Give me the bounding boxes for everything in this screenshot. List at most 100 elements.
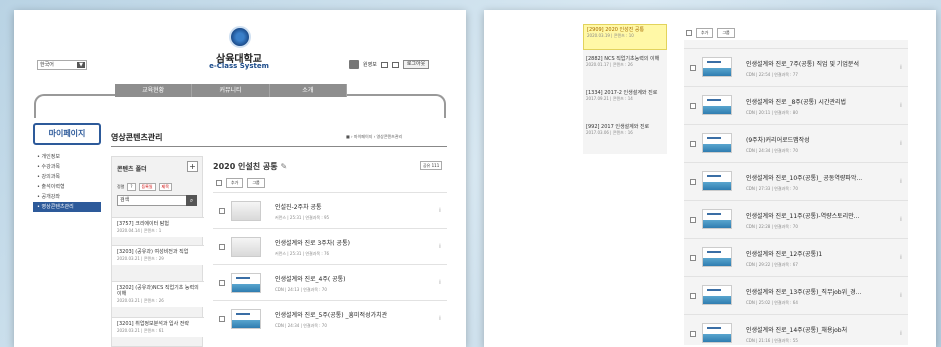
video-thumbnail — [702, 247, 732, 267]
sidebar-item-courses[interactable]: • 수강과목 — [33, 162, 101, 172]
nav-item-about[interactable]: 소개 — [270, 84, 347, 97]
drag-handle-icon[interactable]: ⁞ — [900, 254, 902, 261]
sidebar-item-attendance[interactable]: • 출석이력형 — [33, 182, 101, 192]
search-icon[interactable]: ⌕ — [186, 195, 197, 206]
sort-by-name-button[interactable]: 제목 — [158, 183, 172, 191]
content-row[interactable]: 인생설계와 진로 _8주(공통) 시간관리법 CDN | 20:11 | 연결과… — [684, 86, 908, 124]
row-meta: CDN | 29:22 | 연결과목 : 67 — [746, 262, 798, 267]
user-area: 원영보 로그아웃 — [349, 60, 430, 69]
row-checkbox[interactable] — [690, 293, 696, 299]
row-title: 인생설계와 진로_7주(공통) 직업 및 기업분석 — [746, 61, 859, 68]
drag-handle-icon[interactable]: ⁞ — [900, 292, 902, 299]
content-row[interactable]: 인생설계와 진로_14주(공통)_채용job처 CDN | 21:16 | 연결… — [684, 314, 908, 347]
drag-handle-icon[interactable]: ⁞ — [900, 178, 902, 185]
video-thumbnail — [702, 171, 732, 191]
nav-item-community[interactable]: 커뮤니티 — [192, 84, 270, 97]
folder-item[interactable]: [3757] 크리에이터 탐험 2020.04.14 | 콘텐츠 : 1 — [112, 217, 204, 237]
add-folder-button[interactable]: + — [187, 161, 198, 172]
nav-item-education[interactable]: 교육현황 — [115, 84, 193, 97]
video-thumbnail — [702, 209, 732, 229]
folder-item[interactable]: [1334] 2017-2 인생설계와 진로 2017.09.21 | 콘텐츠 … — [583, 88, 667, 104]
sort-help-button[interactable]: ? — [127, 183, 136, 191]
sort-label: 정렬 — [117, 184, 125, 189]
row-checkbox[interactable] — [219, 280, 225, 286]
sidebar-item-label: 영상콘텐츠관리 — [41, 204, 74, 210]
row-meta: 커먼스 | 25:31 | 연결과목 : 76 — [275, 251, 330, 256]
share-count-button[interactable]: 공유 111 — [420, 161, 443, 170]
content-row[interactable]: 인생설계와 진로_5주(공통) _흥미적성가치관 CDN | 24:34 | 연… — [213, 300, 447, 336]
content-row[interactable]: 인설진-2주차 공통 커먼스 | 25:31 | 연결과목 : 95 ⁞ — [213, 192, 447, 228]
group-button[interactable]: 그룹 — [717, 28, 735, 38]
row-meta: CDN | 20:11 | 연결과목 : 80 — [746, 110, 798, 115]
folder-item[interactable]: [2882] NCS 직업기초능력의 이해 2020.01.17 | 콘텐츠 :… — [583, 54, 667, 70]
row-checkbox[interactable] — [219, 316, 225, 322]
group-button[interactable]: 그룹 — [247, 178, 265, 188]
folder-item[interactable]: [3201] 취업정보분석과 입사 전략 2020.03.21 | 콘텐츠 : … — [112, 317, 204, 337]
folder-search-input[interactable]: 검색 ⌕ — [117, 195, 197, 206]
folder-item[interactable]: [3203] (공유과) 여성비전과 직업 2020.03.21 | 콘텐츠 :… — [112, 245, 204, 265]
drag-handle-icon[interactable]: ⁞ — [439, 315, 441, 322]
folder-meta: 2020.03.21 | 콘텐츠 : 29 — [117, 256, 164, 261]
row-checkbox[interactable] — [690, 141, 696, 147]
row-meta: CDN | 24:34 | 연결과목 : 70 — [275, 323, 327, 328]
message-icon[interactable] — [380, 61, 388, 68]
edit-icon[interactable]: ✎ — [280, 162, 287, 171]
folder-item-active[interactable]: [2909] 2020 인성진 공통 2020.03.19 | 콘텐츠 : 10 — [583, 24, 667, 50]
content-row[interactable]: 인생설계와 진로_7주(공통) 직업 및 기업분석 CDN | 22:54 | … — [684, 48, 908, 86]
content-row[interactable]: 인생설계와 진로_12주(공통)1 CDN | 29:22 | 연결과목 : 6… — [684, 238, 908, 276]
row-checkbox[interactable] — [690, 331, 696, 337]
row-checkbox[interactable] — [690, 103, 696, 109]
content-list-title-text: 2020 인설친 공통 — [213, 162, 278, 171]
row-checkbox[interactable] — [219, 208, 225, 214]
mypage-title: 마이페이지 — [33, 123, 101, 145]
sidebar-item-open-courses[interactable]: • 공개강좌 — [33, 192, 101, 202]
drag-handle-icon[interactable]: ⁞ — [439, 207, 441, 214]
drag-handle-icon[interactable]: ⁞ — [439, 279, 441, 286]
row-checkbox[interactable] — [690, 217, 696, 223]
row-checkbox[interactable] — [690, 255, 696, 261]
folder-meta: 2017.09.21 | 콘텐츠 : 14 — [586, 96, 633, 101]
content-row[interactable]: (9주차)커리어로드맵작성 CDN | 24:34 | 연결과목 : 70 ⁞ — [684, 124, 908, 162]
divider — [111, 146, 447, 147]
row-checkbox[interactable] — [690, 179, 696, 185]
drag-handle-icon[interactable]: ⁞ — [900, 140, 902, 147]
row-meta: CDN | 24:34 | 연결과목 : 70 — [746, 148, 798, 153]
drag-handle-icon[interactable]: ⁞ — [439, 243, 441, 250]
drag-handle-icon[interactable]: ⁞ — [900, 64, 902, 71]
row-checkbox[interactable] — [690, 65, 696, 71]
row-meta: CDN | 21:16 | 연결과목 : 55 — [746, 338, 798, 343]
select-all-checkbox[interactable] — [216, 180, 222, 186]
drag-handle-icon[interactable]: ⁞ — [900, 216, 902, 223]
row-title: 인생설계와 진로_11주(공통)-역량스토리만... — [746, 213, 860, 220]
content-row[interactable]: 인생설계와 진로_10주(공통)_ 공동역량파악... CDN | 27:33 … — [684, 162, 908, 200]
add-button[interactable]: 추가 — [226, 178, 244, 188]
folder-item[interactable]: [3202] (공유과)NCS 직업기초 능력의 이해 2020.03.21 |… — [112, 281, 204, 307]
sidebar-item-video-content[interactable]: • 영상콘텐츠관리 — [33, 202, 101, 212]
row-checkbox[interactable] — [219, 244, 225, 250]
content-row[interactable]: 인생설계와 진로 3주차( 공통) 커먼스 | 25:31 | 연결과목 : 7… — [213, 228, 447, 264]
row-title: 인생설계와 진로_12주(공통)1 — [746, 251, 823, 258]
chevron-down-icon: ▼ — [77, 62, 85, 68]
user-name[interactable]: 원영보 — [363, 61, 377, 68]
sidebar-item-teaching[interactable]: • 강의과목 — [33, 172, 101, 182]
folder-meta: 2020.03.21 | 콘텐츠 : 26 — [117, 298, 164, 303]
select-all-checkbox[interactable] — [686, 30, 692, 36]
content-row[interactable]: 인생설계와 진로_11주(공통)-역량스토리만... CDN | 22:28 |… — [684, 200, 908, 238]
add-button[interactable]: 추가 — [696, 28, 714, 38]
row-meta: CDN | 22:28 | 연결과목 : 70 — [746, 224, 798, 229]
university-logo[interactable] — [229, 26, 251, 48]
notification-icon[interactable] — [391, 61, 399, 68]
row-meta: CDN | 24:13 | 연결과목 : 70 — [275, 287, 327, 292]
sort-by-date-button[interactable]: 등록일 — [138, 183, 156, 191]
drag-handle-icon[interactable]: ⁞ — [900, 330, 902, 337]
content-row[interactable]: 인생설계와 진로_13주(공통)_직무job위_경... CDN | 25:02… — [684, 276, 908, 314]
system-name: e-Class System — [209, 62, 269, 70]
sidebar-item-profile[interactable]: • 개인정보 — [33, 152, 101, 162]
row-title: 인생설계와 진로_13주(공통)_직무job위_경... — [746, 289, 862, 296]
left-screenshot-panel: 한국어 ▼ 삼육대학교 e-Class System 원영보 로그아웃 교육현황… — [14, 10, 466, 347]
language-select[interactable]: 한국어 ▼ — [37, 60, 87, 70]
content-row[interactable]: 인생설계와 진로_4주( 공통) CDN | 24:13 | 연결과목 : 70… — [213, 264, 447, 300]
folder-item[interactable]: [992] 2017 인생설계와 진로 2017.03.06 | 콘텐츠 : 1… — [583, 122, 667, 138]
logout-button[interactable]: 로그아웃 — [402, 60, 430, 69]
drag-handle-icon[interactable]: ⁞ — [900, 102, 902, 109]
